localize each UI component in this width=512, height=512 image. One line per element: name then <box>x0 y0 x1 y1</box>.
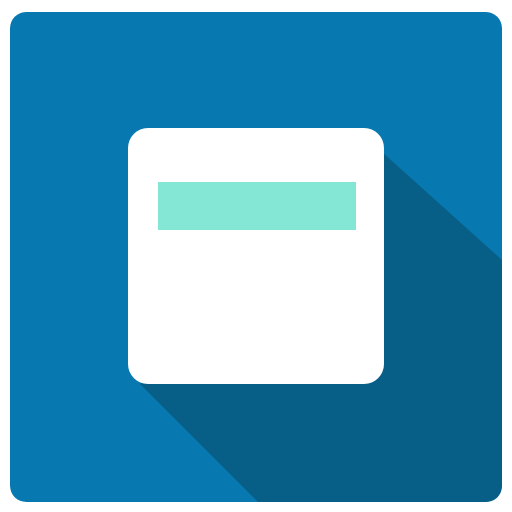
calendar-header-bar <box>158 182 356 230</box>
calendar-icon <box>10 12 502 502</box>
calendar-card <box>128 128 384 384</box>
app-icon[interactable] <box>10 12 502 502</box>
